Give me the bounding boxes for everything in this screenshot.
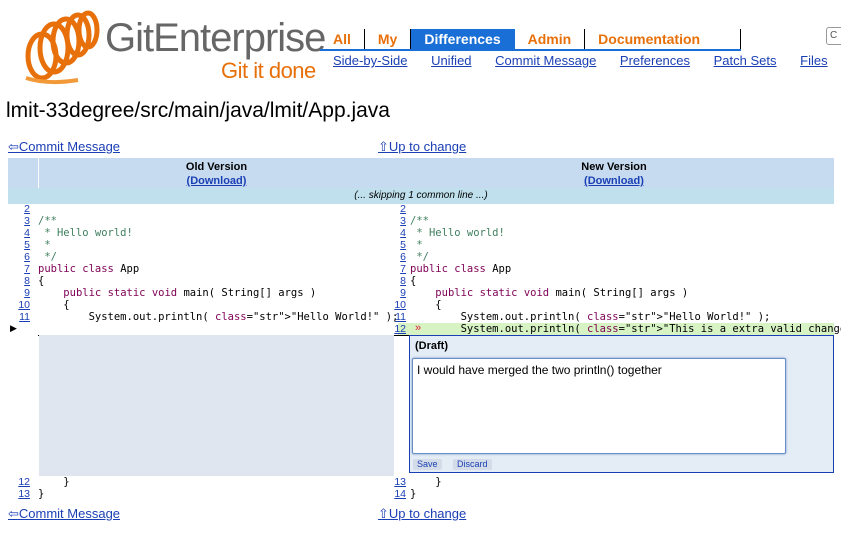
old-tail-line-number[interactable]: 12 [10,476,30,488]
old-tail-code-line: } [38,488,45,500]
new-tail-line-number[interactable]: 14 [386,488,406,500]
new-download-link[interactable]: (Download) [394,174,834,188]
subnav-side-by-side[interactable]: Side-by-Side [333,53,407,68]
new-code-line: /** [410,215,429,227]
old-code-line: * Hello world! [38,227,133,239]
old-code-line: System.out.println( class="str">"Hello W… [38,311,399,323]
new-line-number[interactable]: 6 [386,251,406,263]
new-code-line: System.out.println( class="str">"This is… [410,323,841,335]
logo: GitEnterprise Git it done [18,10,326,90]
old-code-line: * [38,239,51,251]
spring-logo-icon [25,10,100,85]
old-code-line: { [38,299,70,311]
tab-all[interactable]: All [320,29,365,49]
commit-message-link-top[interactable]: ⇦Commit Message [8,139,120,155]
old-code-line: */ [38,251,57,263]
page-title: lmit-33degree/src/main/java/lmit/App.jav… [6,99,390,122]
old-line-number[interactable]: 11 [10,311,30,323]
subnav-commit-message[interactable]: Commit Message [495,53,596,68]
new-tail-line-number[interactable]: 13 [386,476,406,488]
tab-differences[interactable]: Differences [411,29,515,49]
discard-button[interactable]: Discard [453,459,492,470]
old-line-number[interactable]: 5 [10,239,30,251]
old-code-line: { [38,275,45,287]
new-line-number[interactable]: 8 [386,275,406,287]
new-line-number[interactable]: 7 [386,263,406,275]
old-download-link[interactable]: (Download) [39,174,394,188]
new-tail-code-line: } [410,488,417,500]
brand-name: GitEnterprise [105,16,326,60]
new-code-line: public static void main( String[] args ) [435,287,689,299]
comment-status: (Draft) [415,340,448,352]
subnav-files[interactable]: Files [800,53,827,68]
new-line-number[interactable]: 11 [386,311,406,323]
header-gutter [8,158,39,188]
old-line-number[interactable]: 8 [10,275,30,287]
up-to-change-link-bottom[interactable]: ⇧Up to change [378,506,466,522]
old-line-number[interactable]: 9 [10,287,30,299]
old-line-number[interactable]: 3 [10,215,30,227]
subnav-patch-sets[interactable]: Patch Sets [714,53,777,68]
added-marker-icon: » [415,322,422,334]
save-button[interactable]: Save [413,459,442,470]
current-line-arrow-icon: ▶ [10,323,17,333]
skip-common-lines[interactable]: (... skipping 1 common line ...) [8,188,834,204]
brand-tagline: Git it done [221,58,316,83]
new-line-number[interactable]: 3 [386,215,406,227]
new-code-line: public class App [410,263,512,275]
new-line-number[interactable]: 10 [386,299,406,311]
old-version-header: Old Version (Download) [39,158,394,188]
new-version-header: New Version (Download) [394,158,834,188]
new-code-line: { [410,275,417,287]
new-line-number[interactable]: 12 [386,323,406,335]
new-code-line: { [410,299,442,311]
old-version-title: Old Version [185,161,248,173]
diff-table: Old Version (Download) New Version (Down… [8,158,841,501]
old-line-number[interactable]: 2 [10,203,30,215]
top-nav: All My Differences Admin Documentation [320,29,742,51]
new-line-number[interactable]: 9 [386,287,406,299]
new-tail-code-line: } [410,476,442,488]
new-line-number[interactable]: 2 [386,203,406,215]
new-line-number[interactable]: 4 [386,227,406,239]
comment-textarea[interactable]: I would have merged the two println() to… [412,358,786,454]
comment-editor: (Draft) I would have merged the two prin… [409,335,834,473]
subnav-preferences[interactable]: Preferences [620,53,690,68]
old-code-line: public class App [38,263,140,275]
sub-nav: Side-by-Side Unified Commit Message Pref… [333,53,841,68]
new-code-line: System.out.println( class="str">"Hello W… [410,311,771,323]
commit-message-link-bottom[interactable]: ⇦Commit Message [8,506,120,522]
new-code-line: */ [410,251,429,263]
old-line-number[interactable]: 6 [10,251,30,263]
tab-my[interactable]: My [365,29,412,49]
tab-documentation[interactable]: Documentation [585,29,742,49]
subnav-unified[interactable]: Unified [431,53,471,68]
old-tail-line-number[interactable]: 13 [10,488,30,500]
old-code-line: public static void main( String[] args ) [63,287,317,299]
old-line-number[interactable]: 10 [10,299,30,311]
old-side-comment-gap [39,335,394,476]
old-tail-code-line: } [38,476,70,488]
old-code-line: /** [38,215,57,227]
left-gutter [8,335,38,476]
new-code-line: * Hello world! [410,227,505,239]
old-line-number[interactable]: 4 [10,227,30,239]
new-line-number[interactable]: 5 [386,239,406,251]
new-version-title: New Version [581,161,647,173]
old-line-number[interactable]: 7 [10,263,30,275]
new-code-line: * [410,239,423,251]
tab-admin[interactable]: Admin [515,29,586,49]
up-to-change-link-top[interactable]: ⇧Up to change [378,139,466,155]
search-input[interactable]: C [826,27,841,45]
